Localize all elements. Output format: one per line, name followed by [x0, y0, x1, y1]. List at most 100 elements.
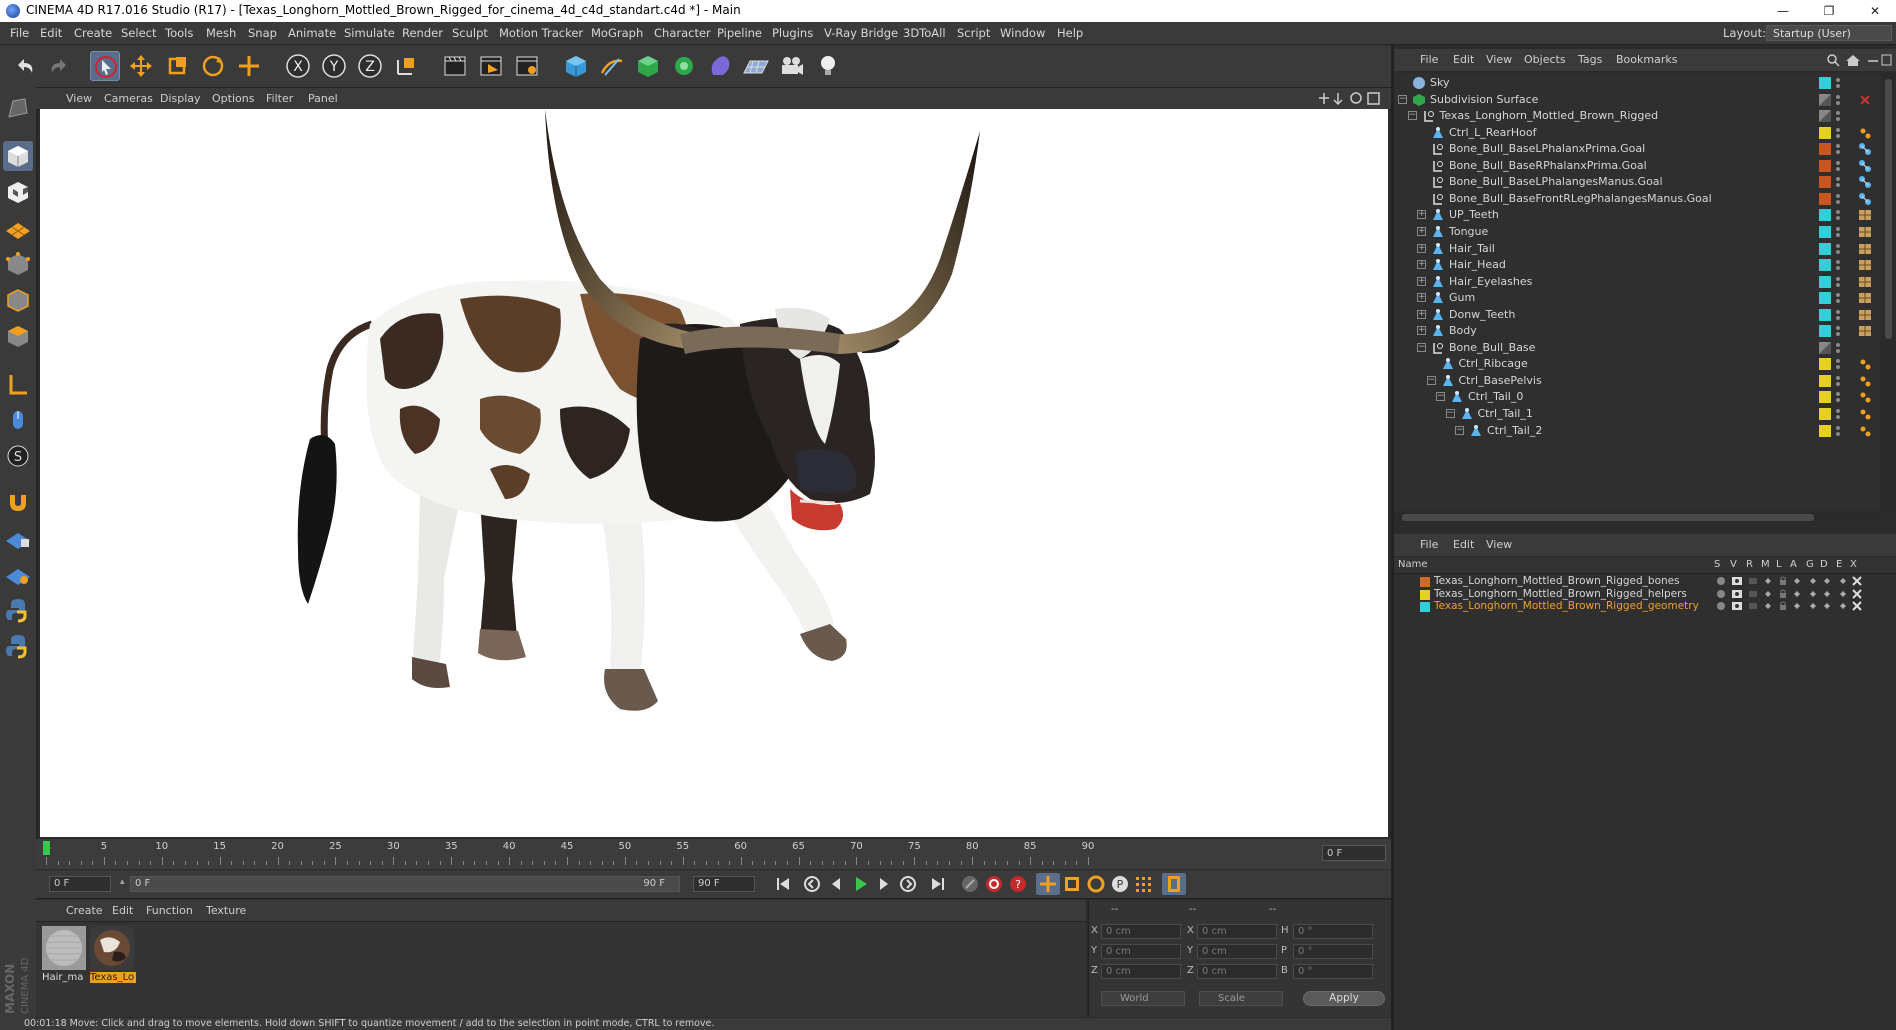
- om-hscroll-thumb[interactable]: [1402, 514, 1814, 521]
- start-frame-field[interactable]: 0 F: [49, 876, 111, 892]
- menu-help[interactable]: Help: [1057, 26, 1083, 40]
- visibility-dots-icon[interactable]: [1835, 424, 1841, 438]
- layer-swatch[interactable]: [1819, 292, 1831, 305]
- x-axis-lock-icon[interactable]: X: [283, 51, 313, 81]
- visibility-dots-icon[interactable]: [1835, 126, 1841, 140]
- visibility-dots-icon[interactable]: [1835, 275, 1841, 289]
- expression-icon[interactable]: [1838, 601, 1848, 611]
- layer-swatch[interactable]: [1819, 77, 1831, 89]
- menu-plugins[interactable]: Plugins: [772, 26, 813, 40]
- preview-range-slider[interactable]: 0 F 90 F: [130, 876, 680, 892]
- lm-col-expressions[interactable]: E: [1836, 559, 1842, 570]
- layer-name[interactable]: Texas_Longhorn_Mottled_Brown_Rigged_help…: [1434, 588, 1687, 600]
- layout-dropdown[interactable]: Startup (User): [1766, 25, 1892, 41]
- lock-icon[interactable]: [1778, 589, 1788, 599]
- key-position-icon[interactable]: [1036, 873, 1060, 895]
- menu-simulate[interactable]: Simulate: [344, 26, 395, 40]
- 3d-viewport[interactable]: [40, 109, 1388, 837]
- menu-create[interactable]: Create: [74, 26, 112, 40]
- lm-col-deformers[interactable]: D: [1820, 559, 1828, 570]
- visibility-dots-icon[interactable]: [1835, 374, 1841, 388]
- visibility-dots-icon[interactable]: [1835, 390, 1841, 404]
- size-y-field[interactable]: 0 cm: [1197, 944, 1277, 959]
- visibility-dots-icon[interactable]: [1835, 341, 1841, 355]
- next-frame-icon[interactable]: [872, 873, 896, 895]
- object-name[interactable]: Subdivision Surface: [1430, 93, 1538, 106]
- menu-character[interactable]: Character: [654, 26, 711, 40]
- constraint-tag-icon[interactable]: [1857, 423, 1873, 439]
- render-settings-icon[interactable]: [512, 51, 542, 81]
- previous-frame-icon[interactable]: [824, 873, 848, 895]
- layer-swatch[interactable]: [1819, 408, 1831, 420]
- points-mode-icon[interactable]: [3, 249, 33, 279]
- solo-icon[interactable]: [1716, 601, 1726, 611]
- menu-3dtoall[interactable]: 3DToAll: [903, 26, 946, 40]
- magnet-icon[interactable]: [3, 487, 33, 517]
- object-name[interactable]: Bone_Bull_BaseRPhalanxPrima.Goal: [1449, 159, 1647, 172]
- menu-pipeline[interactable]: Pipeline: [717, 26, 762, 40]
- generator-icon[interactable]: [1808, 589, 1818, 599]
- light-icon[interactable]: [813, 51, 843, 81]
- om-menu-objects[interactable]: Objects: [1524, 53, 1566, 66]
- coordinate-system-icon[interactable]: [391, 51, 421, 81]
- viewport-navigation-icon[interactable]: [1318, 91, 1388, 106]
- menu-mesh[interactable]: Mesh: [206, 26, 236, 40]
- object-name[interactable]: Ctrl_Tail_1: [1478, 407, 1533, 420]
- key-point-level-icon[interactable]: [1132, 873, 1156, 895]
- animation-icon[interactable]: [1792, 601, 1802, 611]
- deformer-icon[interactable]: [1822, 601, 1832, 611]
- modeling-axis-icon[interactable]: [3, 559, 33, 589]
- lm-col-solo[interactable]: S: [1714, 559, 1720, 570]
- object-name[interactable]: Tongue: [1449, 225, 1488, 238]
- manager-icon[interactable]: [1763, 589, 1773, 599]
- lock-icon[interactable]: [1778, 601, 1788, 611]
- scale-icon[interactable]: [162, 51, 192, 81]
- menu-vray-bridge[interactable]: V-Ray Bridge: [824, 26, 898, 40]
- render-icon[interactable]: [1748, 601, 1758, 611]
- manager-icon[interactable]: [1763, 576, 1773, 586]
- menu-select[interactable]: Select: [121, 26, 156, 40]
- expression-icon[interactable]: [1838, 589, 1848, 599]
- coordinate-mode-dropdown[interactable]: Scale: [1199, 991, 1283, 1006]
- workplane-icon[interactable]: [3, 213, 33, 243]
- menu-render[interactable]: Render: [402, 26, 443, 40]
- solo-icon[interactable]: [1716, 576, 1726, 586]
- lm-col-render[interactable]: R: [1746, 559, 1753, 570]
- menu-file[interactable]: File: [10, 26, 29, 40]
- layer-swatch[interactable]: [1819, 93, 1831, 106]
- om-menu-view[interactable]: View: [1486, 53, 1512, 66]
- cloner-icon[interactable]: [669, 51, 699, 81]
- layer-swatch[interactable]: [1819, 209, 1831, 222]
- layer-swatch[interactable]: [1819, 325, 1831, 338]
- pos-z-field[interactable]: 0 cm: [1101, 964, 1181, 979]
- expand-toggle-icon[interactable]: +: [1417, 226, 1426, 236]
- visibility-dots-icon[interactable]: [1835, 291, 1841, 305]
- generator-icon[interactable]: [1808, 601, 1818, 611]
- layer-name[interactable]: Texas_Longhorn_Mottled_Brown_Rigged_bone…: [1434, 575, 1680, 587]
- layer-color-swatch[interactable]: [1420, 577, 1430, 587]
- floor-icon[interactable]: [741, 51, 771, 81]
- layer-swatch[interactable]: [1819, 192, 1831, 205]
- object-name[interactable]: Ctrl_Tail_2: [1487, 424, 1542, 437]
- lm-col-name[interactable]: Name: [1398, 559, 1428, 570]
- key-parameter-icon[interactable]: P: [1108, 873, 1132, 895]
- generator-icon[interactable]: [1808, 576, 1818, 586]
- expand-toggle-icon[interactable]: +: [1417, 260, 1426, 270]
- redo-icon[interactable]: [44, 51, 74, 81]
- visible-eye-icon[interactable]: [1732, 601, 1742, 611]
- visibility-dots-icon[interactable]: [1835, 357, 1841, 371]
- rot-h-field[interactable]: 0 °: [1293, 924, 1373, 939]
- lm-col-generators[interactable]: G: [1806, 559, 1814, 570]
- menu-window[interactable]: Window: [1000, 26, 1045, 40]
- lock-icon[interactable]: [1778, 576, 1788, 586]
- layer-swatch[interactable]: [1819, 374, 1831, 387]
- expression-icon[interactable]: [1838, 576, 1848, 586]
- z-axis-lock-icon[interactable]: Z: [355, 51, 385, 81]
- visibility-dots-icon[interactable]: [1835, 159, 1841, 173]
- rot-b-field[interactable]: 0 °: [1293, 964, 1373, 979]
- playhead[interactable]: [43, 841, 50, 855]
- expand-toggle-icon[interactable]: +: [1417, 243, 1426, 253]
- menu-animate[interactable]: Animate: [288, 26, 336, 40]
- visible-eye-icon[interactable]: [1732, 589, 1742, 599]
- object-name[interactable]: Hair_Eyelashes: [1449, 275, 1532, 288]
